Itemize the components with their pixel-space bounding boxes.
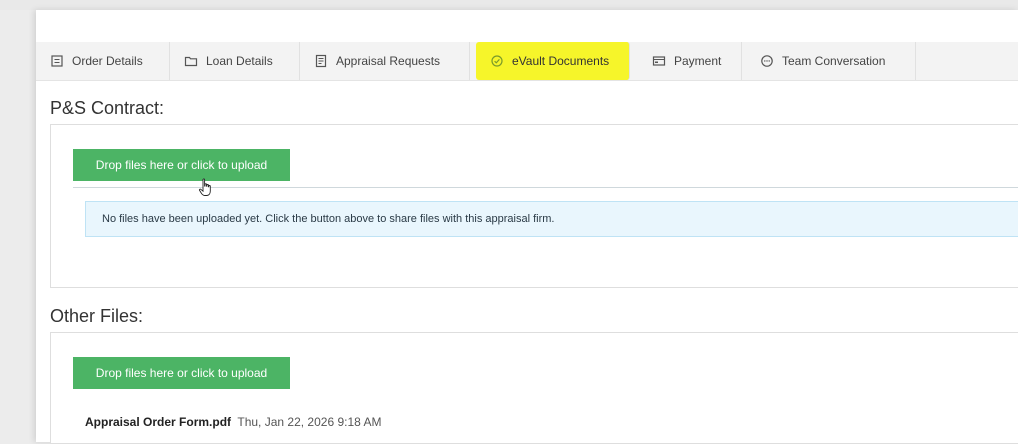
order-icon xyxy=(50,54,64,68)
other-files-card: Drop files here or click to upload Appra… xyxy=(50,332,1018,444)
tab-payment[interactable]: Payment xyxy=(638,42,742,80)
tab-label: Appraisal Requests xyxy=(336,54,441,68)
tab-team-conversation[interactable]: Team Conversation xyxy=(746,42,916,80)
tab-bar: Order Details Loan Details Appraisal Req… xyxy=(36,42,1018,81)
divider xyxy=(73,187,1018,188)
requests-icon xyxy=(314,54,328,68)
order-panel: Order Details Loan Details Appraisal Req… xyxy=(36,10,1018,444)
other-files-upload-button[interactable]: Drop files here or click to upload xyxy=(73,357,290,389)
ps-contract-upload-button[interactable]: Drop files here or click to upload xyxy=(73,149,290,181)
payment-icon xyxy=(652,54,666,68)
shield-check-icon xyxy=(490,54,504,68)
chat-icon xyxy=(760,54,774,68)
tab-label: Order Details xyxy=(72,54,143,68)
hand-cursor-icon xyxy=(198,178,211,196)
tab-label: Loan Details xyxy=(206,54,273,68)
file-item: Appraisal Order Form.pdf Thu, Jan 22, 20… xyxy=(85,415,381,429)
no-files-message: No files have been uploaded yet. Click t… xyxy=(102,213,555,225)
ps-contract-card: Drop files here or click to upload No fi… xyxy=(50,124,1018,288)
file-name-link[interactable]: Appraisal Order Form.pdf xyxy=(85,415,231,429)
no-files-alert: No files have been uploaded yet. Click t… xyxy=(85,201,1018,237)
tab-label: Payment xyxy=(674,54,722,68)
tab-order-details[interactable]: Order Details xyxy=(36,42,170,80)
top-bar xyxy=(0,0,1018,10)
tab-loan-details[interactable]: Loan Details xyxy=(170,42,300,80)
tab-label: eVault Documents xyxy=(512,54,610,68)
other-files-title: Other Files: xyxy=(50,306,144,326)
file-date: Thu, Jan 22, 2026 9:18 AM xyxy=(237,415,382,429)
folder-icon xyxy=(184,54,198,68)
tab-evault-documents[interactable]: eVault Documents xyxy=(476,42,630,80)
ps-contract-title: P&S Contract: xyxy=(50,98,165,118)
tab-label: Team Conversation xyxy=(782,54,886,68)
tab-appraisal-requests[interactable]: Appraisal Requests xyxy=(300,42,470,80)
